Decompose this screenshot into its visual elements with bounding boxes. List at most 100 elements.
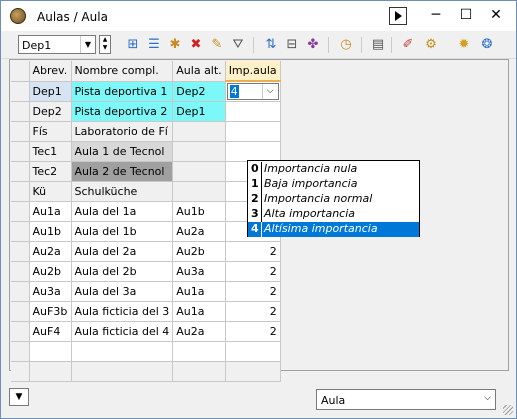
empty-cell[interactable] <box>71 341 174 362</box>
cell-imp[interactable]: 2 <box>225 261 281 282</box>
table-row[interactable]: Au3a Aula del 3a Au1a 2 <box>11 281 281 302</box>
dropdown-option[interactable]: 1 Baja importancia <box>248 177 419 192</box>
importance-editor[interactable]: 4 ⌵ <box>226 83 279 100</box>
table-row[interactable]: Au2a Aula del 2a Au2b 2 <box>11 241 281 262</box>
minimize-button[interactable]: ─ <box>421 1 451 31</box>
empty-cell[interactable] <box>71 361 174 382</box>
col-header-imp[interactable]: Imp.aula <box>225 61 281 82</box>
empty-cell[interactable] <box>172 361 226 382</box>
empty-row[interactable] <box>11 361 281 382</box>
cell-abrev[interactable]: Tec2 <box>29 161 72 182</box>
table-row[interactable]: Au2b Aula del 2b Au3a 2 <box>11 261 281 282</box>
settings-icon[interactable]: ⚙ <box>423 37 439 53</box>
cell-nombre[interactable]: Pista deportiva 2 <box>71 101 174 122</box>
cell-imp[interactable]: 2 <box>225 321 281 342</box>
cell-abrev[interactable]: Kü <box>29 181 72 202</box>
cell-alt[interactable] <box>172 181 226 202</box>
cell-alt[interactable] <box>172 141 226 162</box>
cell-alt[interactable]: Au1a <box>172 301 226 322</box>
col-header-nombre[interactable]: Nombre compl. <box>71 61 174 82</box>
chevron-down-icon[interactable]: ⌵ <box>484 393 491 403</box>
maximize-button[interactable]: ☐ <box>451 1 481 31</box>
cell-nombre[interactable]: Aula 1 de Tecnol <box>71 141 174 162</box>
transpose-icon[interactable]: ⊟ <box>284 37 300 53</box>
col-header-alt[interactable]: Aula alt. <box>172 61 226 82</box>
spinner[interactable]: ▲ ▼ <box>99 35 111 54</box>
empty-cell[interactable] <box>29 341 72 362</box>
table-row[interactable]: AuF4 Aula ficticia del 4 Au2a 2 <box>11 321 281 342</box>
dropdown-option[interactable]: 3 Alta importancia <box>248 207 419 222</box>
cell-imp[interactable]: 2 <box>225 281 281 302</box>
cell-nombre[interactable]: Pista deportiva 1 <box>71 81 174 102</box>
cell-alt[interactable]: Dep2 <box>172 81 226 102</box>
empty-cell[interactable] <box>29 361 72 382</box>
table-row[interactable]: Tec2 Aula 2 de Tecnol <box>11 161 281 182</box>
dropdown-option[interactable]: 2 Importancia normal <box>248 192 419 207</box>
cell-imp[interactable] <box>225 101 281 122</box>
edit-icon[interactable]: ✎ <box>209 37 225 53</box>
cell-nombre[interactable]: Aula del 3a <box>71 281 174 302</box>
cell-abrev[interactable]: Dep2 <box>29 101 72 122</box>
cell-nombre[interactable]: Aula del 1a <box>71 201 174 222</box>
cell-alt[interactable] <box>172 121 226 142</box>
link-icon[interactable]: ✤ <box>305 37 321 53</box>
table-row[interactable]: Au1bAula del 1bAu2a2 <box>11 221 281 242</box>
cell-alt[interactable]: Au2b <box>172 241 226 262</box>
delete-icon[interactable]: ✖ <box>188 37 204 53</box>
table-row[interactable]: KüSchulküche4 <box>11 181 281 202</box>
cell-imp[interactable]: 4 ⌵ <box>225 81 281 102</box>
table-row[interactable]: Tec1 Aula 1 de Tecnol <box>11 141 281 162</box>
cell-nombre[interactable]: Aula ficticia del 3 <box>71 301 174 322</box>
cell-imp[interactable] <box>225 141 281 162</box>
resize-grip[interactable] <box>503 405 513 415</box>
cell-abrev[interactable]: AuF4 <box>29 321 72 342</box>
cell-abrev[interactable]: Au1b <box>29 221 72 242</box>
new-icon[interactable]: ✱ <box>167 37 183 53</box>
table-row[interactable]: Dep2 Pista deportiva 2 Dep1 <box>11 101 281 122</box>
table-row[interactable]: Dep1 Pista deportiva 1 Dep2 4 ⌵ <box>11 81 281 102</box>
cell-nombre[interactable]: Laboratorio de Fí <box>71 121 174 142</box>
cell-alt[interactable]: Au1b <box>172 201 226 222</box>
dropdown-option[interactable]: 4 Altísima importancia <box>248 222 419 237</box>
table-row[interactable]: Au1aAula del 1aAu1b2 <box>11 201 281 222</box>
cell-alt[interactable] <box>172 161 226 182</box>
cell-abrev[interactable]: Au3a <box>29 281 72 302</box>
col-header-abrev[interactable]: Abrev. <box>29 61 72 82</box>
cell-alt[interactable]: Au3a <box>172 261 226 282</box>
table-row[interactable]: AuF3b Aula ficticia del 3 Au1a 2 <box>11 301 281 322</box>
cell-imp[interactable] <box>225 121 281 142</box>
empty-cell[interactable] <box>225 361 281 382</box>
chevron-down-icon[interactable]: ▼ <box>80 36 95 53</box>
cell-abrev[interactable]: Dep1 <box>29 81 72 102</box>
cell-imp[interactable]: 2 <box>225 301 281 322</box>
empty-row[interactable] <box>11 341 281 362</box>
table-row[interactable]: Fís Laboratorio de Fí <box>11 121 281 142</box>
gear-icon[interactable]: ✹ <box>456 37 472 53</box>
dropdown-option[interactable]: 0 Importancia nula <box>248 162 419 177</box>
cell-alt[interactable]: Au2a <box>172 321 226 342</box>
cell-alt[interactable]: Au1a <box>172 281 226 302</box>
cell-abrev[interactable]: AuF3b <box>29 301 72 322</box>
clock-icon[interactable]: ◷ <box>338 37 354 53</box>
cell-abrev[interactable]: Au2a <box>29 241 72 262</box>
cell-alt[interactable]: Au2a <box>172 221 226 242</box>
pin-button[interactable] <box>389 7 407 25</box>
list-icon[interactable]: ☰ <box>146 37 162 53</box>
cell-abrev[interactable]: Fís <box>29 121 72 142</box>
grid-add-icon[interactable]: ⊞ <box>125 37 141 53</box>
cell-nombre[interactable]: Aula 2 de Tecnol <box>71 161 174 182</box>
help-icon[interactable]: ❂ <box>479 37 495 53</box>
view-select[interactable]: Aula ⌵ <box>316 389 496 410</box>
window-icon[interactable]: ▤ <box>370 37 386 53</box>
empty-cell[interactable] <box>225 341 281 362</box>
cell-nombre[interactable]: Aula del 2b <box>71 261 174 282</box>
cell-nombre[interactable]: Aula ficticia del 4 <box>71 321 174 342</box>
cell-abrev[interactable]: Tec1 <box>29 141 72 162</box>
cell-alt[interactable]: Dep1 <box>172 101 226 122</box>
sort-icon[interactable]: ⇅ <box>263 37 279 53</box>
cell-abrev[interactable]: Au1a <box>29 201 72 222</box>
cell-imp[interactable]: 2 <box>225 241 281 262</box>
chevron-down-icon[interactable]: ⌵ <box>261 84 278 99</box>
cell-nombre[interactable]: Schulküche <box>71 181 174 202</box>
cell-nombre[interactable]: Aula del 1b <box>71 221 174 242</box>
